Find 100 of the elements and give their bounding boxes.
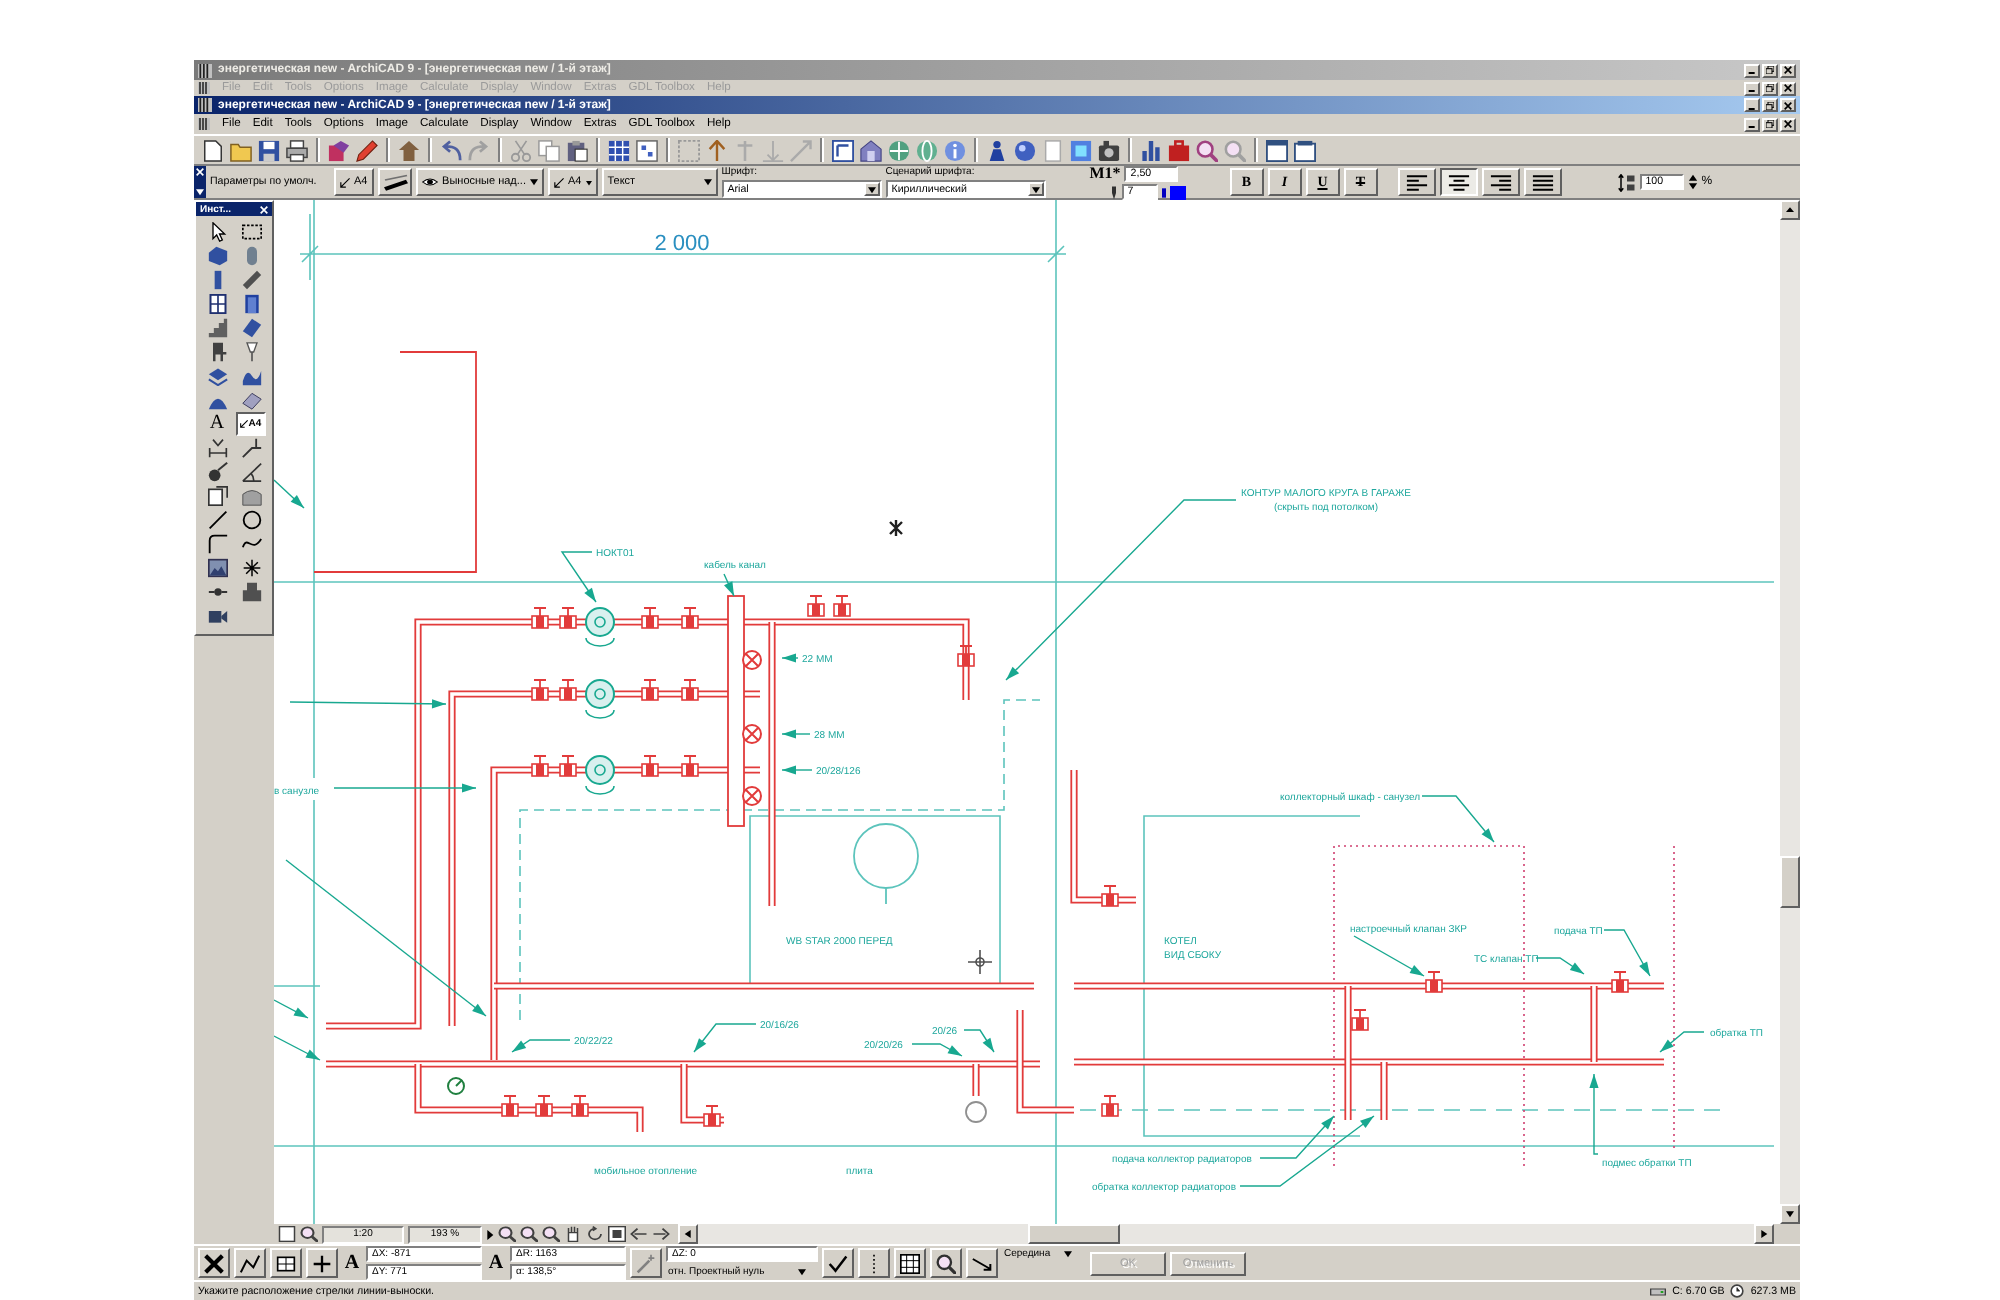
shapes-icon[interactable] xyxy=(328,139,350,161)
house-icon[interactable] xyxy=(398,139,420,161)
line-style-icon xyxy=(383,173,407,191)
close-button[interactable] xyxy=(1780,117,1796,131)
leader-arrow xyxy=(274,1035,321,1061)
zoom-in-icon[interactable] xyxy=(498,1226,516,1242)
bar-chart-icon[interactable] xyxy=(1140,139,1162,161)
asterisk-marker-icon xyxy=(888,518,904,538)
globe-icon[interactable] xyxy=(888,139,910,161)
minimize-button[interactable] xyxy=(1744,63,1760,77)
close-button[interactable] xyxy=(1780,98,1796,112)
undo-icon[interactable] xyxy=(440,139,462,161)
briefcase-icon[interactable] xyxy=(1168,139,1190,161)
grid-snap-icon[interactable] xyxy=(636,139,658,161)
circle-outline xyxy=(853,823,919,905)
person-icon[interactable] xyxy=(986,139,1008,161)
constraint-button[interactable] xyxy=(306,1248,338,1278)
snap-button[interactable] xyxy=(822,1248,854,1278)
rotate-icon[interactable] xyxy=(586,1226,604,1242)
magnifier-icon[interactable] xyxy=(1196,139,1218,161)
scroll-down-button[interactable] xyxy=(1780,1204,1800,1224)
house-icon[interactable] xyxy=(860,139,882,161)
leader-arrow xyxy=(723,573,735,597)
magnifier-icon[interactable] xyxy=(542,1226,560,1242)
valve-icon xyxy=(559,755,577,777)
restore-button[interactable] xyxy=(1762,98,1778,112)
next-view-icon[interactable] xyxy=(652,1226,670,1242)
grid-icon[interactable] xyxy=(608,139,630,161)
scroll-right-button[interactable] xyxy=(1754,1224,1774,1244)
align-button[interactable] xyxy=(1439,168,1478,196)
fit-window-icon[interactable] xyxy=(608,1226,626,1242)
horizontal-scrollbar[interactable] xyxy=(678,1224,1774,1244)
valve-icon xyxy=(559,607,577,629)
app-icon xyxy=(198,98,212,112)
up-arrow-icon xyxy=(1786,206,1794,214)
minimize-button[interactable] xyxy=(1744,98,1760,112)
snap-button[interactable] xyxy=(858,1248,890,1278)
magic-wand-button[interactable] xyxy=(630,1248,662,1278)
level-dimension-icon xyxy=(241,438,261,458)
tool-button[interactable] xyxy=(236,436,266,460)
geometry-method-button[interactable] xyxy=(234,1248,266,1278)
new-file-icon[interactable] xyxy=(202,139,224,161)
pencil-icon[interactable] xyxy=(356,139,378,161)
caret-icon xyxy=(1064,1250,1072,1258)
scrollbar-thumb[interactable] xyxy=(1028,1224,1120,1244)
tool-button[interactable] xyxy=(202,484,232,508)
scroll-left-button[interactable] xyxy=(678,1224,698,1244)
restore-icon xyxy=(1766,66,1774,74)
snap-button[interactable] xyxy=(930,1248,962,1278)
tool-button[interactable]: A xyxy=(202,412,232,436)
snap-button[interactable] xyxy=(966,1248,998,1278)
valve-icon xyxy=(531,607,549,629)
save-icon[interactable] xyxy=(258,139,280,161)
cross-marker-icon[interactable] xyxy=(734,139,756,161)
up-arrow-icon[interactable] xyxy=(706,139,728,161)
window-icon[interactable] xyxy=(1294,139,1316,161)
geometry-method-button[interactable] xyxy=(270,1248,302,1278)
cancel-input-button[interactable] xyxy=(198,1248,230,1278)
minimize-button[interactable] xyxy=(1744,117,1760,131)
info-box-handle[interactable] xyxy=(194,166,206,198)
minimize-icon xyxy=(1748,66,1756,74)
radial-dimension-icon xyxy=(207,462,227,482)
close-button[interactable] xyxy=(1780,63,1796,77)
scroll-up-button[interactable] xyxy=(1780,200,1800,220)
sphere-icon[interactable] xyxy=(1014,139,1036,161)
window-icon[interactable] xyxy=(1266,139,1288,161)
info-icon[interactable] xyxy=(944,139,966,161)
close-button[interactable] xyxy=(1780,81,1796,95)
vertical-scrollbar[interactable] xyxy=(1778,200,1800,1224)
caret-right-icon[interactable] xyxy=(486,1229,494,1239)
valve-icon xyxy=(1425,971,1443,993)
arrow-pointer-icon xyxy=(207,222,227,242)
close-icon[interactable] xyxy=(260,205,268,213)
valve-icon xyxy=(681,607,699,629)
restore-button[interactable] xyxy=(1762,117,1778,131)
manifold-valve-icon xyxy=(742,786,762,806)
zoom-window-icon[interactable] xyxy=(300,1226,318,1242)
scrollbar-thumb[interactable] xyxy=(1780,856,1800,908)
print-icon[interactable] xyxy=(286,139,308,161)
coordinate-mode-button[interactable]: A xyxy=(342,1248,362,1278)
minimize-button[interactable] xyxy=(1744,81,1760,95)
zoom-out-icon[interactable] xyxy=(520,1226,538,1242)
paste-icon[interactable] xyxy=(566,139,588,161)
restore-button[interactable] xyxy=(1762,63,1778,77)
tool-button[interactable] xyxy=(202,556,232,580)
globe-icon[interactable] xyxy=(916,139,938,161)
line-style-button[interactable] xyxy=(378,168,412,196)
slab-icon xyxy=(241,270,261,290)
coordinate-mode-button[interactable]: A xyxy=(486,1248,506,1278)
hand-icon[interactable] xyxy=(564,1226,582,1242)
leader-arrow xyxy=(781,729,811,739)
tool-button[interactable] xyxy=(236,220,266,244)
corner-frame-icon[interactable] xyxy=(832,139,854,161)
tool-button[interactable] xyxy=(236,460,266,484)
open-folder-icon[interactable] xyxy=(230,139,252,161)
pen-color-icon[interactable] xyxy=(1161,185,1186,199)
restore-button[interactable] xyxy=(1762,81,1778,95)
camera-icon[interactable] xyxy=(1098,139,1120,161)
snap-button[interactable] xyxy=(894,1248,926,1278)
previous-view-icon[interactable] xyxy=(630,1226,648,1242)
